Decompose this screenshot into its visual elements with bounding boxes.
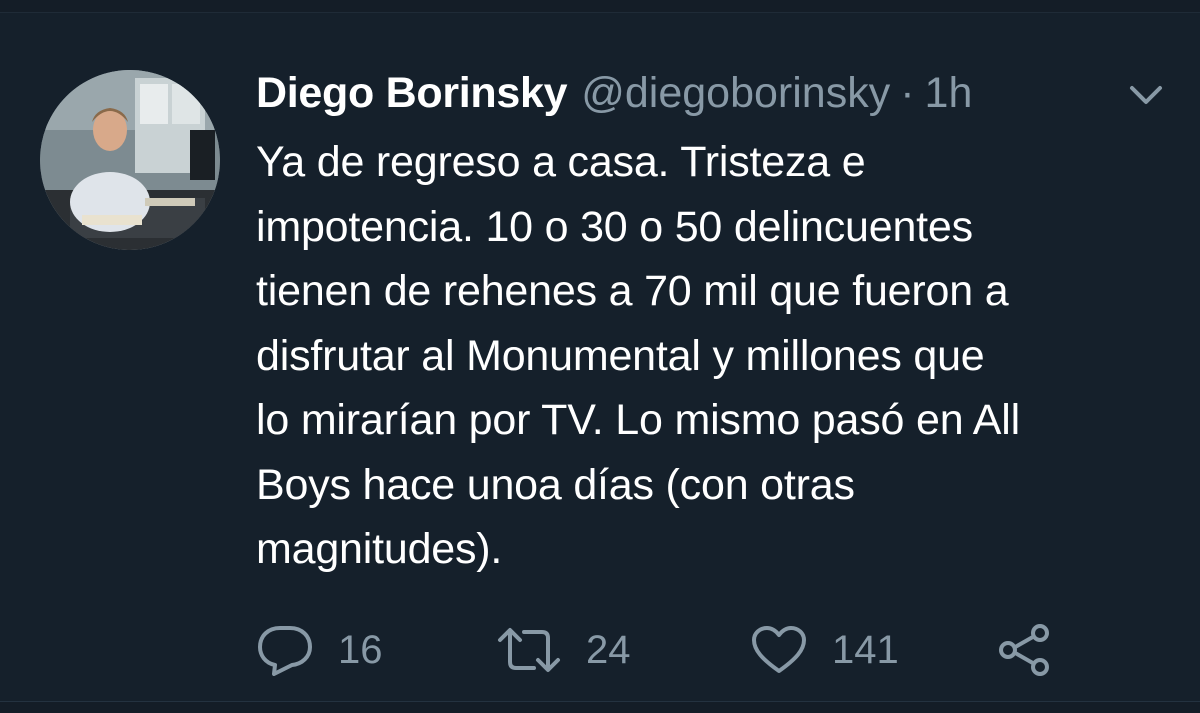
share-icon <box>996 622 1054 678</box>
like-button[interactable]: 141 <box>750 618 899 682</box>
chevron-down-icon[interactable] <box>1124 77 1168 113</box>
heart-icon <box>750 624 808 676</box>
timestamp[interactable]: 1h <box>925 65 973 121</box>
tweet-header: Diego Borinsky @diegoborinsky · 1h <box>256 65 972 121</box>
top-divider <box>0 0 1200 13</box>
tweet[interactable]: Diego Borinsky @diegoborinsky · 1h Ya de… <box>0 13 1200 701</box>
reply-icon <box>256 624 314 676</box>
avatar-photo <box>40 70 220 250</box>
share-button[interactable] <box>996 618 1054 682</box>
like-count: 141 <box>832 628 899 672</box>
author-name[interactable]: Diego Borinsky <box>256 65 568 121</box>
retweet-icon <box>496 624 562 676</box>
separator-dot: · <box>900 69 915 117</box>
retweet-button[interactable]: 24 <box>496 618 631 682</box>
tweet-text: Ya de regreso a casa. Tristeza e impoten… <box>256 138 1020 573</box>
bottom-divider <box>0 701 1200 713</box>
reply-count: 16 <box>338 628 383 672</box>
reply-button[interactable]: 16 <box>256 618 383 682</box>
retweet-count: 24 <box>586 628 631 672</box>
avatar[interactable] <box>40 70 220 250</box>
tweet-actions: 16 24 141 <box>256 618 1096 682</box>
author-handle[interactable]: @diegoborinsky <box>581 65 890 121</box>
